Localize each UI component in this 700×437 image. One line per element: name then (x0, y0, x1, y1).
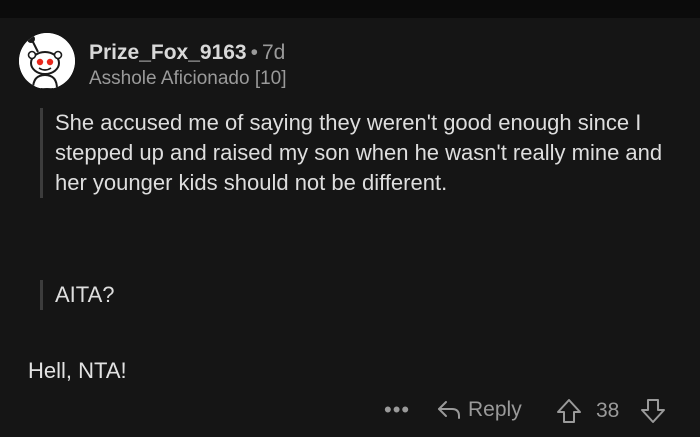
snoo-avatar-icon (19, 33, 75, 89)
upvote-button[interactable] (555, 397, 583, 430)
user-flair: Asshole Aficionado [10] (89, 68, 287, 89)
comment-body: Hell, NTA! (28, 358, 127, 383)
blockquote-2: AITA? (40, 280, 115, 310)
downvote-button[interactable] (639, 397, 667, 430)
reply-arrow-icon (438, 401, 460, 419)
meta-separator: • (250, 41, 258, 64)
comment-meta: Prize_Fox_9163 • 7d (89, 40, 285, 66)
top-divider (0, 0, 700, 18)
upvote-arrow-icon (557, 399, 581, 423)
reply-label: Reply (468, 398, 522, 421)
blockquote-1: She accused me of saying they weren't go… (40, 108, 695, 198)
reply-button[interactable]: Reply (436, 396, 522, 424)
username-link[interactable]: Prize_Fox_9163 (89, 41, 247, 64)
more-options-icon[interactable]: ••• (384, 399, 410, 421)
comment-age: 7d (261, 41, 286, 64)
downvote-arrow-icon (641, 399, 665, 423)
comment-actions: ••• Reply 38 (0, 390, 700, 430)
user-avatar[interactable] (19, 33, 75, 89)
vote-score: 38 (596, 399, 620, 422)
